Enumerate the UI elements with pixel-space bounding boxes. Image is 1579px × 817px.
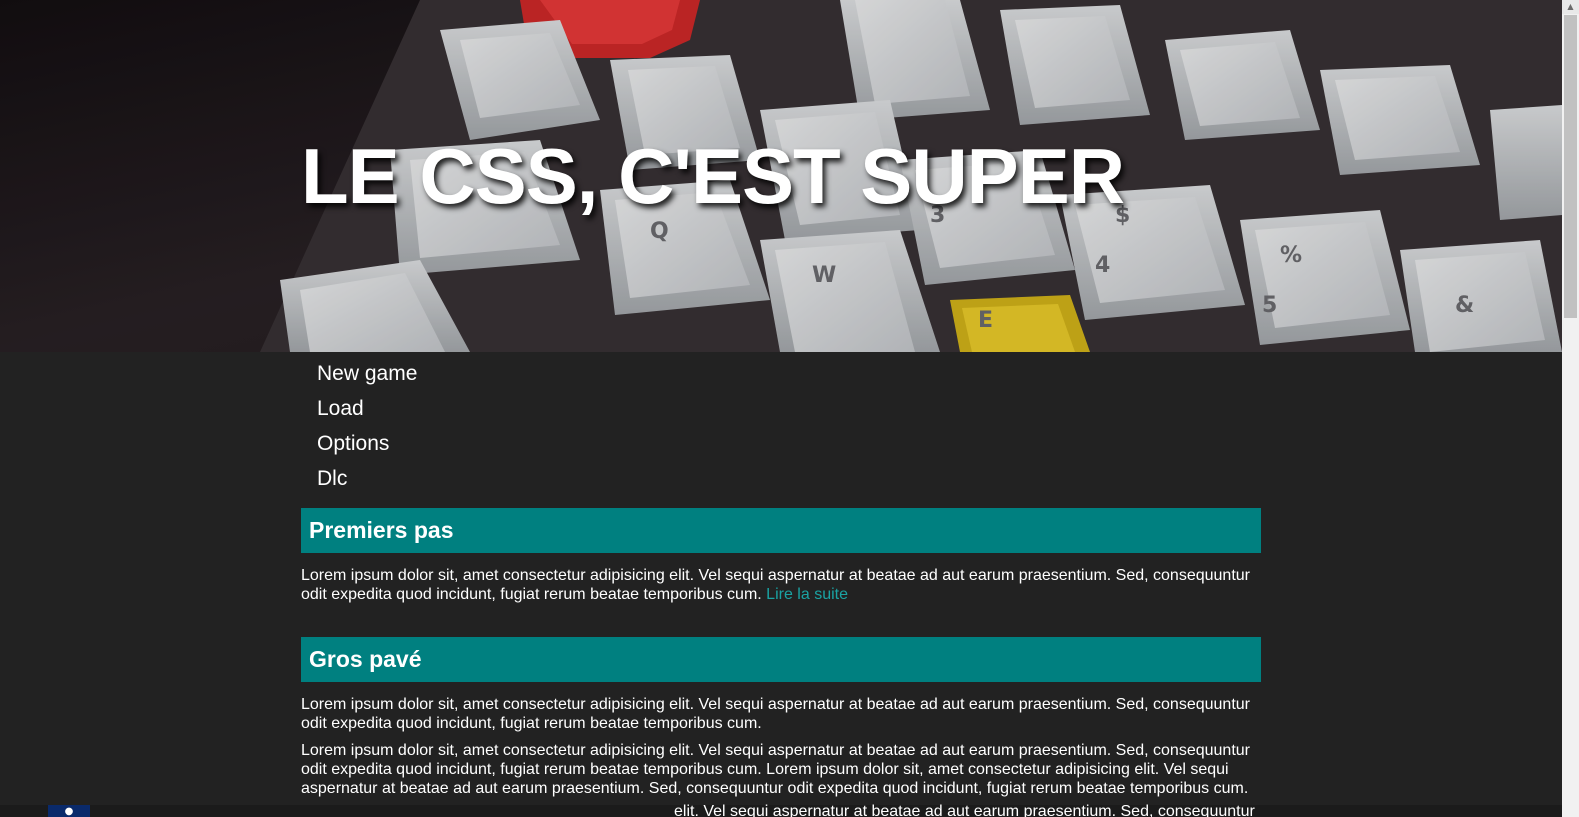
- read-more-link[interactable]: Lire la suite: [766, 586, 848, 603]
- overflow-text: elit. Vel sequi aspernatur at beatae ad …: [674, 803, 1255, 817]
- scrollbar-thumb[interactable]: [1564, 15, 1577, 318]
- menu-item-options[interactable]: Options: [317, 426, 1261, 461]
- vertical-scrollbar[interactable]: ▲: [1562, 0, 1579, 817]
- game-menu: New game Load Options Dlc: [301, 352, 1261, 496]
- menu-item-dlc[interactable]: Dlc: [317, 461, 1261, 496]
- menu-item-load[interactable]: Load: [317, 391, 1261, 426]
- hero-title: LE CSS, C'EST SUPER: [301, 132, 1125, 220]
- section-heading: Gros pavé: [301, 637, 1261, 682]
- section-heading: Premiers pas: [301, 508, 1261, 553]
- section-paragraph: Lorem ipsum dolor sit, amet consectetur …: [301, 696, 1250, 732]
- section-paragraph: Lorem ipsum dolor sit, amet consectetur …: [301, 742, 1250, 797]
- hero-banner: Q W 3 4 5 $ % & E LE CSS, C'EST SUPER: [0, 0, 1562, 352]
- section-paragraph: Lorem ipsum dolor sit, amet consectetur …: [301, 566, 1261, 604]
- menu-item-new-game[interactable]: New game: [317, 356, 1261, 391]
- page: Q W 3 4 5 $ % & E LE CSS, C'EST SUPER Ne…: [0, 0, 1579, 817]
- section-premiers-pas: Premiers pas Lorem ipsum dolor sit, amet…: [301, 508, 1261, 604]
- blue-tab-icon[interactable]: ●: [48, 805, 90, 817]
- section-gros-pave: Gros pavé Lorem ipsum dolor sit, amet co…: [301, 637, 1261, 798]
- main-content: New game Load Options Dlc Premiers pas L…: [301, 352, 1261, 798]
- chevron-up-icon[interactable]: ▲: [1562, 0, 1579, 14]
